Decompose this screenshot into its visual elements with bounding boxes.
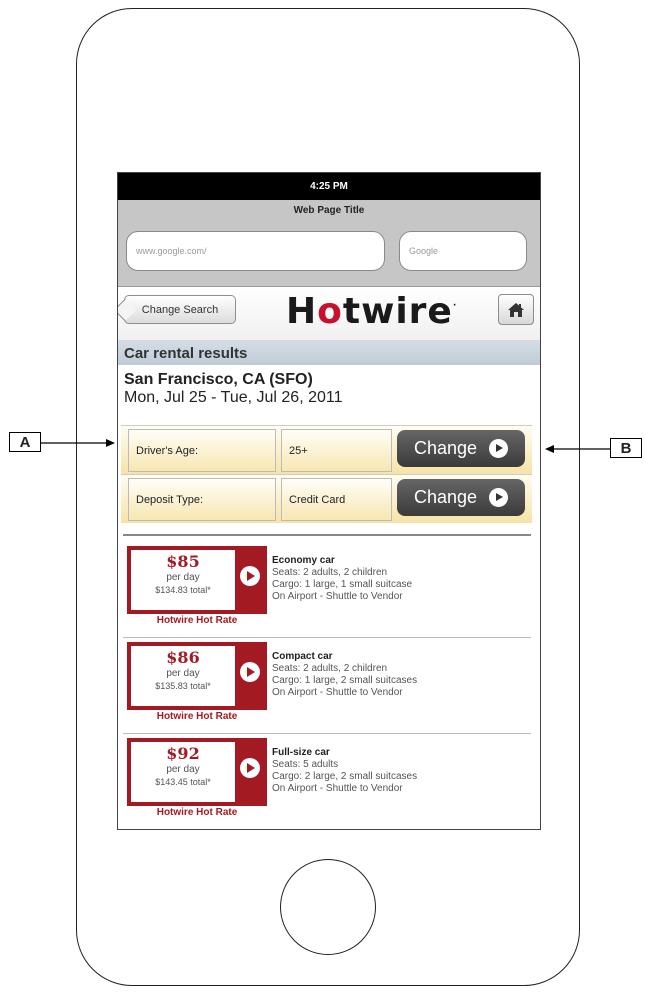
car-seats: Seats: 2 adults, 2 children xyxy=(272,567,388,578)
hotwire-header: Change Search Hotwire· xyxy=(118,287,540,341)
price-panel: $86 per day $135.83 total* xyxy=(131,646,235,706)
annotation-arrow-a xyxy=(40,439,115,447)
total-price: $143.45 total* xyxy=(155,777,211,787)
car-class: Full-size car xyxy=(272,747,330,758)
annotation-label-b: B xyxy=(610,438,642,458)
car-details: Economy car Seats: 2 adults, 2 children … xyxy=(272,555,412,603)
car-result-item[interactable]: $85 per day $134.83 total* Hotwire Hot R… xyxy=(123,541,531,638)
filter-value: Credit Card xyxy=(281,478,392,521)
filter-label: Deposit Type: xyxy=(128,478,276,521)
page-title: Web Page Title xyxy=(293,205,365,216)
search-field[interactable]: Google xyxy=(399,231,527,271)
per-day-label: per day xyxy=(166,764,200,775)
phone-screen: 4:25 PM Web Page Title www.google.com/ G… xyxy=(117,172,541,830)
daily-price: $85 xyxy=(166,552,200,571)
total-price: $135.83 total* xyxy=(155,681,211,691)
arrow-right-icon xyxy=(240,566,260,586)
home-button[interactable] xyxy=(498,294,534,325)
car-cargo: Cargo: 2 large, 2 small suitcases xyxy=(272,771,418,782)
daily-price: $92 xyxy=(166,744,200,763)
filter-value: 25+ xyxy=(281,429,392,472)
arrow-right-icon xyxy=(240,662,260,682)
daily-price: $86 xyxy=(166,648,200,667)
hot-rate-label: Hotwire Hot Rate xyxy=(127,806,267,820)
hotwire-logo[interactable]: Hotwire· xyxy=(286,291,457,332)
per-day-label: per day xyxy=(166,668,200,679)
car-location: On Airport - Shuttle to Vendor xyxy=(272,591,403,602)
car-class: Economy car xyxy=(272,555,335,566)
price-panel: $92 per day $143.45 total* xyxy=(131,742,235,802)
phone-home-button[interactable] xyxy=(280,859,376,955)
rental-dates: Mon, Jul 25 - Tue, Jul 26, 2011 xyxy=(124,389,343,406)
car-details: Full-size car Seats: 5 adults Cargo: 2 l… xyxy=(272,747,417,795)
car-cargo: Cargo: 1 large, 2 small suitcases xyxy=(272,675,418,686)
hot-rate-label: Hotwire Hot Rate xyxy=(127,614,267,628)
price-box[interactable]: $92 per day $143.45 total* Hotwire Hot R… xyxy=(127,738,267,820)
car-location: On Airport - Shuttle to Vendor xyxy=(272,783,403,794)
car-result-item[interactable]: $86 per day $135.83 total* Hotwire Hot R… xyxy=(123,637,531,734)
car-location: On Airport - Shuttle to Vendor xyxy=(272,687,403,698)
car-cargo: Cargo: 1 large, 1 small suitcase xyxy=(272,579,413,590)
url-field[interactable]: www.google.com/ xyxy=(126,231,385,271)
price-box[interactable]: $85 per day $134.83 total* Hotwire Hot R… xyxy=(127,546,267,628)
car-details: Compact car Seats: 2 adults, 2 children … xyxy=(272,651,417,699)
status-bar: 4:25 PM xyxy=(118,173,540,200)
price-box[interactable]: $86 per day $135.83 total* Hotwire Hot R… xyxy=(127,642,267,724)
rental-location: San Francisco, CA (SFO) xyxy=(124,371,313,388)
car-class: Compact car xyxy=(272,651,333,662)
home-icon xyxy=(508,302,524,317)
annotation-arrow-b xyxy=(545,445,611,453)
change-drivers-age-button[interactable]: Change xyxy=(397,430,525,467)
car-result-item[interactable]: $92 per day $143.45 total* Hotwire Hot R… xyxy=(123,733,531,829)
total-price: $134.83 total* xyxy=(155,585,211,595)
change-search-button[interactable]: Change Search xyxy=(124,295,236,324)
per-day-label: per day xyxy=(166,572,200,583)
annotation-label-a: A xyxy=(9,432,41,452)
filter-label: Driver's Age: xyxy=(128,429,276,472)
price-panel: $85 per day $134.83 total* xyxy=(131,550,235,610)
arrow-right-icon xyxy=(240,758,260,778)
arrow-right-icon xyxy=(489,439,509,458)
hot-rate-label: Hotwire Hot Rate xyxy=(127,710,267,724)
filter-row-drivers-age: Driver's Age: 25+ Change xyxy=(121,425,532,474)
status-time: 4:25 PM xyxy=(310,181,348,192)
car-seats: Seats: 5 adults xyxy=(272,759,339,770)
browser-bar: Web Page Title www.google.com/ Google xyxy=(118,200,540,287)
divider xyxy=(123,534,531,536)
results-header: Car rental results xyxy=(118,341,540,365)
car-seats: Seats: 2 adults, 2 children xyxy=(272,663,388,674)
arrow-right-icon xyxy=(489,488,509,507)
change-deposit-type-button[interactable]: Change xyxy=(397,479,525,516)
filter-row-deposit-type: Deposit Type: Credit Card Change xyxy=(121,474,532,523)
